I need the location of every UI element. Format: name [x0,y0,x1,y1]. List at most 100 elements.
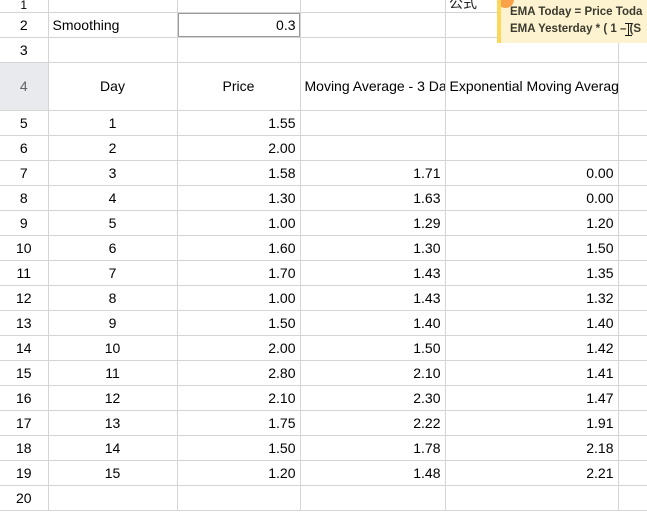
cell-trailing[interactable] [618,385,647,411]
cell-ema[interactable]: 1.47 [445,385,619,411]
cell-trailing[interactable] [618,285,647,311]
row-header-11[interactable]: 11 [0,260,49,286]
cell-day[interactable]: 11 [48,360,178,386]
row-header-7[interactable]: 7 [0,160,49,186]
cell-trailing[interactable] [618,410,647,436]
cell-day[interactable]: 13 [48,410,178,436]
cell-trailing[interactable] [618,160,647,186]
table-row[interactable]: 9 5 1.00 1.29 1.20 [0,210,647,236]
cell-ema[interactable]: 1.35 [445,260,619,286]
cell-d20[interactable] [445,485,619,511]
cell-price[interactable]: 1.50 [177,435,301,461]
row-header-17[interactable]: 17 [0,410,49,436]
cell-b3[interactable] [177,37,301,63]
spreadsheet-grid[interactable]: 1 2 Smoothing 0.3 3 4 Day Price Moving Average -… [0,0,647,511]
cell-day[interactable]: 1 [48,110,178,136]
cell-e20[interactable] [618,485,647,511]
cell-trailing[interactable] [618,135,647,161]
row-header-5[interactable]: 5 [0,110,49,136]
table-row[interactable]: 17 13 1.75 2.22 1.91 [0,410,647,436]
cell-day[interactable]: 3 [48,160,178,186]
cell-day[interactable]: 12 [48,385,178,411]
cell-price[interactable]: 1.00 [177,210,301,236]
cell-trailing[interactable] [618,185,647,211]
cell-e4[interactable] [618,62,647,111]
cell-c3[interactable] [300,37,446,63]
cell-day[interactable]: 2 [48,135,178,161]
cell-ema[interactable]: 1.41 [445,360,619,386]
cell-price[interactable]: 2.10 [177,385,301,411]
cell-ema[interactable]: 1.50 [445,235,619,261]
cell-moving-average[interactable]: 1.30 [300,235,446,261]
column-header-moving-average[interactable]: Moving Average - 3 Days [300,62,446,111]
sheet-row-4[interactable]: 4DayPriceMoving Average - 3 DaysExponent… [0,62,647,111]
table-row[interactable]: 19 15 1.20 1.48 2.21 [0,460,647,486]
cell-trailing[interactable] [618,310,647,336]
cell-trailing[interactable] [618,460,647,486]
row-header-10[interactable]: 10 [0,235,49,261]
cell-trailing[interactable] [618,360,647,386]
row-header-6[interactable]: 6 [0,135,49,161]
cell-price[interactable]: 1.60 [177,235,301,261]
table-row[interactable]: 10 6 1.60 1.30 1.50 [0,235,647,261]
cell-trailing[interactable] [618,235,647,261]
cell-ema[interactable] [445,135,619,161]
cell-moving-average[interactable]: 2.22 [300,410,446,436]
cell-day[interactable]: 15 [48,460,178,486]
cell-c1[interactable] [300,0,446,13]
cell-moving-average[interactable] [300,110,446,136]
row-header-18[interactable]: 18 [0,435,49,461]
row-header-4[interactable]: 4 [0,62,49,111]
cell-day[interactable]: 14 [48,435,178,461]
cell-b1[interactable] [177,0,301,13]
sheet-row-20[interactable]: 20 [0,485,647,511]
column-header-day[interactable]: Day [48,62,178,111]
cell-moving-average[interactable]: 2.10 [300,360,446,386]
cell-ema[interactable] [445,110,619,136]
cell-moving-average[interactable]: 1.50 [300,335,446,361]
table-row[interactable]: 11 7 1.70 1.43 1.35 [0,260,647,286]
cell-ema[interactable]: 1.32 [445,285,619,311]
cell-ema[interactable]: 1.42 [445,335,619,361]
cell-price[interactable]: 1.50 [177,310,301,336]
cell-price[interactable]: 2.00 [177,335,301,361]
cell-day[interactable]: 4 [48,185,178,211]
cell-price[interactable]: 1.70 [177,260,301,286]
cell-ema[interactable]: 1.40 [445,310,619,336]
cell-moving-average[interactable]: 2.30 [300,385,446,411]
cell-day[interactable]: 7 [48,260,178,286]
cell-moving-average[interactable]: 1.29 [300,210,446,236]
cell-price[interactable]: 1.20 [177,460,301,486]
row-header-1[interactable]: 1 [0,0,49,13]
cell-moving-average[interactable] [300,135,446,161]
table-row[interactable]: 14 10 2.00 1.50 1.42 [0,335,647,361]
table-row[interactable]: 7 3 1.58 1.71 0.00 [0,160,647,186]
row-header-3[interactable]: 3 [0,37,49,63]
spreadsheet-canvas[interactable]: 1 2 Smoothing 0.3 3 4 Day Price Moving Average -… [0,0,647,532]
cell-ema[interactable]: 1.20 [445,210,619,236]
cell-trailing[interactable] [618,435,647,461]
cell-day[interactable]: 8 [48,285,178,311]
cell-ema[interactable]: 2.21 [445,460,619,486]
formula-note-popup[interactable]: EMA Today = Price Toda EMA Yesterday * (… [497,0,647,43]
row-header-13[interactable]: 13 [0,310,49,336]
row-header-2[interactable]: 2 [0,12,49,38]
column-header-price[interactable]: Price [177,62,301,111]
smoothing-label[interactable]: Smoothing [48,12,178,38]
cell-trailing[interactable] [618,260,647,286]
cell-ema[interactable]: 2.18 [445,435,619,461]
table-row[interactable]: 5 1 1.55 [0,110,647,136]
row-header-12[interactable]: 12 [0,285,49,311]
table-row[interactable]: 18 14 1.50 1.78 2.18 [0,435,647,461]
cell-trailing[interactable] [618,110,647,136]
row-header-8[interactable]: 8 [0,185,49,211]
cell-price[interactable]: 1.30 [177,185,301,211]
row-header-15[interactable]: 15 [0,360,49,386]
cell-price[interactable]: 1.55 [177,110,301,136]
cell-c20[interactable] [300,485,446,511]
cell-c2[interactable] [300,12,446,38]
cell-price[interactable]: 2.00 [177,135,301,161]
cell-price[interactable]: 1.58 [177,160,301,186]
cell-day[interactable]: 5 [48,210,178,236]
row-header-20[interactable]: 20 [0,485,49,511]
